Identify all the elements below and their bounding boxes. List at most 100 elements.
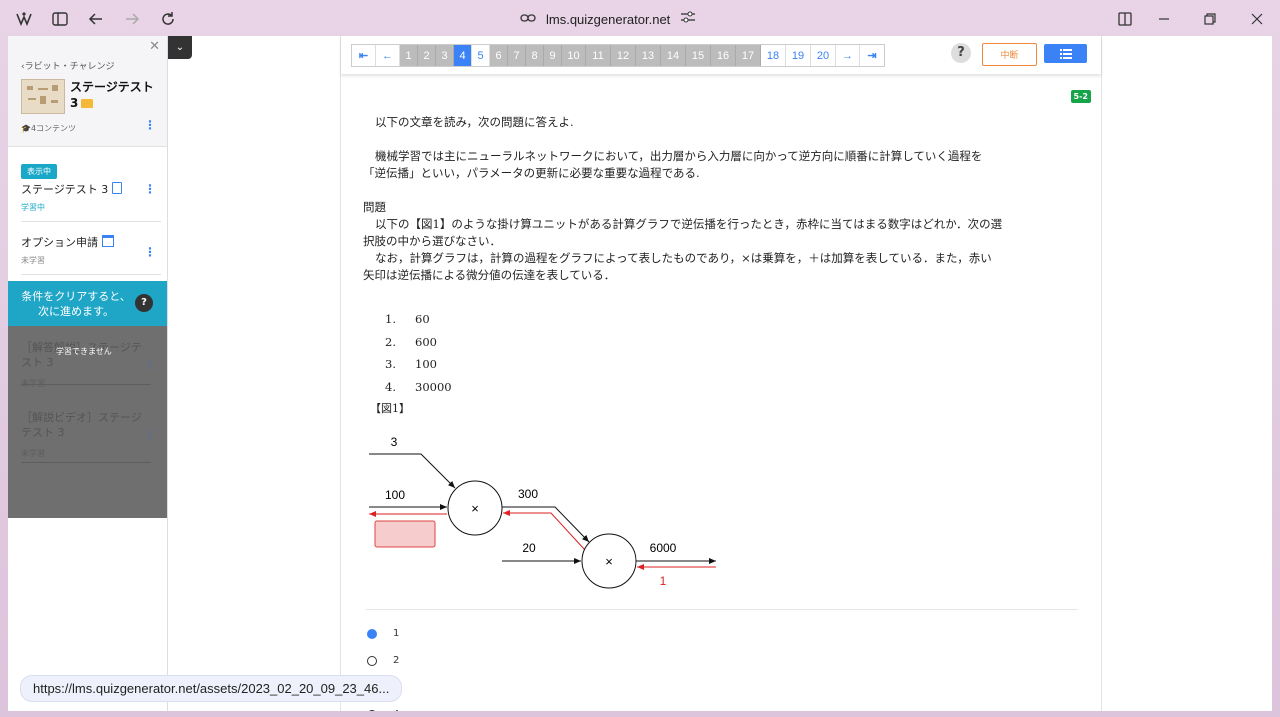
page-button[interactable]: 2	[418, 45, 436, 66]
content-count: 🎓4コンテンツ	[21, 124, 77, 133]
value-input-a: 3	[391, 435, 398, 449]
answer-option[interactable]: 2	[367, 647, 399, 674]
page-button[interactable]: 13	[636, 45, 661, 66]
sidebar-item-status: 未学習	[21, 256, 45, 265]
op-label: ×	[605, 554, 613, 569]
page-button[interactable]: 7	[508, 45, 526, 66]
page-button[interactable]: 1	[400, 45, 418, 66]
page-button[interactable]: 9	[544, 45, 562, 66]
sidebar-toggle-icon[interactable]	[50, 9, 70, 29]
last-page-button[interactable]: ⇥	[860, 45, 884, 66]
page-navigator: ⇤ ← 1 2 3 4 5 6 7 8 9 10 11 12 13 14 15 …	[351, 44, 885, 67]
collapse-sidebar-button[interactable]: ⌄	[168, 36, 192, 59]
address-bar[interactable]: lms.quizgenerator.net	[520, 9, 696, 29]
locked-section: ［解答解説］ステージテスト 3 未学習 学習できません ⋮ ［解説ビデオ］ステー…	[8, 326, 167, 518]
restore-icon[interactable]	[1200, 9, 1220, 29]
edge-input-a	[369, 453, 456, 489]
page-button[interactable]: 17	[736, 45, 761, 66]
page-button[interactable]: 5	[472, 45, 490, 66]
site-settings-icon[interactable]	[680, 10, 696, 28]
back-icon[interactable]	[86, 9, 106, 29]
question-text-1: 以下の【図1】のような掛け算ユニットがある計算グラフで逆伝播を行ったとき，赤枠に…	[363, 217, 1003, 248]
question-text-2: なお，計算グラフは，計算の過程をグラフによって表したものであり，×は乗算を，＋は…	[363, 251, 992, 282]
close-icon[interactable]	[1247, 9, 1267, 29]
course-sidebar: ✕ ‹ラビット・チャレンジ ステージテスト 3 🎓4コンテンツ ⋮ 表示中 ステ…	[8, 36, 168, 711]
sidebar-item-label: ［解説ビデオ］ステージテスト 3	[21, 411, 142, 439]
condition-text: 条件をクリアすると、次に進めます。	[21, 290, 131, 318]
radio-selected[interactable]	[367, 628, 377, 639]
reload-icon[interactable]	[158, 9, 178, 29]
intro-text: 以下の文章を読み，次の問題に答えよ.	[375, 115, 574, 129]
minimize-icon[interactable]	[1154, 9, 1174, 29]
sidebar-item-status: 未学習	[21, 379, 45, 388]
address-text: lms.quizgenerator.net	[546, 11, 671, 27]
choice-item: 1. 60	[385, 312, 430, 326]
radio[interactable]	[367, 655, 377, 666]
answer-label: 1	[393, 628, 400, 639]
answer-option[interactable]: 1	[367, 620, 399, 647]
pause-button[interactable]: 中断	[982, 43, 1037, 66]
course-thumbnail	[21, 79, 65, 114]
page-button[interactable]: 8	[526, 45, 544, 66]
value-input-c: 20	[522, 541, 536, 555]
page-button[interactable]: 3	[436, 45, 454, 66]
page-button[interactable]: 18	[761, 45, 786, 66]
item-menu-icon[interactable]: ⋮	[144, 183, 156, 195]
first-page-button[interactable]: ⇤	[352, 45, 376, 66]
answer-option[interactable]: 4	[367, 701, 399, 711]
browser-toolbar: lms.quizgenerator.net	[0, 0, 1280, 38]
value-output: 6000	[650, 541, 677, 555]
answer-label: 4	[393, 709, 399, 711]
question-text: 以下の文章を読み，次の問題に答えよ. 機械学習では主にニューラルネットワークにお…	[363, 114, 1003, 284]
divider	[366, 609, 1078, 610]
page-button[interactable]: 16	[711, 45, 736, 66]
body-text: 機械学習では主にニューラルネットワークにおいて，出力層から入力層に向かって逆方向…	[363, 149, 983, 180]
page-button[interactable]: 20	[811, 45, 836, 66]
radio[interactable]	[367, 709, 377, 711]
sidebar-item-status: 学習中	[21, 203, 45, 212]
item-menu-icon: ⋮	[144, 358, 156, 372]
document-icon	[112, 182, 123, 194]
forward-icon[interactable]	[122, 9, 142, 29]
quiz-panel: ⇤ ← 1 2 3 4 5 6 7 8 9 10 11 12 13 14 15 …	[340, 36, 1102, 711]
choice-item: 3. 100	[385, 357, 437, 371]
page-button[interactable]: 10	[562, 45, 586, 66]
help-button[interactable]: ?	[951, 43, 971, 63]
sidebar-item-stage-test[interactable]: ステージテスト 3 学習中	[21, 182, 161, 222]
browser-window: ✕ ‹ラビット・チャレンジ ステージテスト 3 🎓4コンテンツ ⋮ 表示中 ステ…	[8, 36, 1272, 711]
sidebar-close-icon[interactable]: ✕	[149, 39, 160, 54]
item-menu-icon[interactable]: ⋮	[144, 246, 156, 258]
page-button[interactable]: 12	[611, 45, 636, 66]
next-page-button[interactable]: →	[836, 45, 860, 66]
help-icon[interactable]: ?	[135, 294, 153, 312]
choice-item: 2. 600	[385, 334, 437, 349]
page-button[interactable]: 15	[686, 45, 711, 66]
sidebar-item-option[interactable]: オプション申請 未学習	[21, 235, 161, 275]
item-menu-icon: ⋮	[144, 428, 156, 442]
value-input-b: 100	[385, 488, 405, 502]
prev-page-button[interactable]: ←	[376, 45, 400, 66]
question-heading: 問題	[363, 200, 386, 214]
page-button[interactable]: 19	[786, 45, 811, 66]
question-list-button[interactable]	[1044, 44, 1087, 63]
app-logo-icon[interactable]	[14, 9, 34, 29]
op-label: ×	[471, 501, 479, 516]
figure-label: 【図1】	[370, 402, 410, 415]
breadcrumb[interactable]: ‹ラビット・チャレンジ	[21, 59, 115, 72]
page-button[interactable]: 14	[661, 45, 686, 66]
list-icon	[1059, 48, 1072, 59]
folder-icon	[81, 99, 94, 108]
page-button[interactable]: 6	[490, 45, 508, 66]
choice-list: 1. 60 2. 600 3. 100 4. 30000	[385, 308, 452, 398]
condition-notice: 条件をクリアすると、次に進めます。 ?	[8, 281, 167, 326]
computation-graph: 3 100 × 300 20 × 6000 1	[369, 435, 716, 589]
edge-mid	[502, 506, 590, 543]
page-button-current[interactable]: 4	[454, 45, 472, 66]
answer-label: 2	[393, 655, 400, 666]
sidebar-header: ✕ ‹ラビット・チャレンジ ステージテスト 3 🎓4コンテンツ ⋮	[8, 36, 167, 147]
course-menu-icon[interactable]: ⋮	[144, 119, 156, 131]
window-icon	[102, 235, 114, 247]
link-icon	[520, 12, 536, 27]
page-button[interactable]: 11	[586, 45, 611, 66]
split-view-icon[interactable]	[1115, 9, 1135, 29]
